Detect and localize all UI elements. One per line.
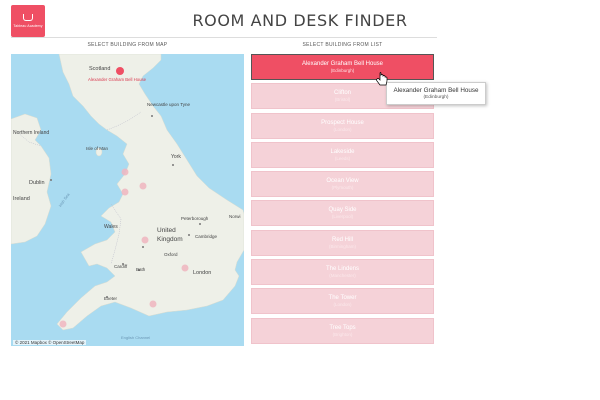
building-name: Lakeside <box>330 148 355 155</box>
tooltip-name: Alexander Graham Bell House <box>393 87 479 94</box>
building-item-red-hill[interactable]: Red Hill (Birmingham) <box>251 229 434 256</box>
building-item-the-lindens[interactable]: The Lindens (Manchester) <box>251 259 434 286</box>
building-location: (Brighton) <box>332 331 353 337</box>
building-tooltip: Alexander Graham Bell House (Edinburgh) <box>386 82 486 105</box>
selected-map-marker[interactable] <box>116 67 124 75</box>
building-name: Clifton <box>333 90 351 97</box>
city-dot <box>151 115 153 117</box>
building-item-tree-tops[interactable]: Tree Tops (Brighton) <box>251 317 434 344</box>
map-label-bath: Bath <box>136 267 146 272</box>
page-title: ROOM AND DESK FINDER <box>192 11 408 30</box>
hand-pointer-icon <box>376 72 388 86</box>
building-item-prospect-house[interactable]: Prospect House (London) <box>251 112 434 139</box>
building-name: Quay Side <box>328 207 357 214</box>
building-item-ocean-view[interactable]: Ocean View (Plymouth) <box>251 171 434 198</box>
building-item-alexander-graham-bell-house[interactable]: Alexander Graham Bell House (Edinburgh) <box>251 54 434 80</box>
building-map[interactable]: Scotland Alexander Graham Bell House New… <box>11 54 244 346</box>
map-marker <box>149 300 157 308</box>
building-name: Ocean View <box>326 178 359 185</box>
map-marker <box>141 236 149 244</box>
title-divider <box>11 37 437 38</box>
building-name: Red Hill <box>331 236 353 243</box>
building-item-quay-side[interactable]: Quay Side (Liverpool) <box>251 200 434 227</box>
map-label-london: London <box>193 270 211 276</box>
city-dot <box>172 164 174 166</box>
app-page: Tableau Academy ROOM AND DESK FINDER SEL… <box>0 0 600 400</box>
map-label-northern-ireland: Northern Ireland <box>13 130 49 136</box>
list-section-label: SELECT BUILDING FROM LIST <box>302 42 383 48</box>
map-label-york: York <box>171 154 181 160</box>
map-attribution[interactable]: © 2021 Mapbox © OpenStreetMap <box>13 340 87 345</box>
map-marker <box>121 188 129 196</box>
map-label-norwich: Norwi <box>229 214 241 219</box>
map-label-peterborough: Peterborough <box>181 216 209 221</box>
map-label-united: United <box>157 227 176 234</box>
building-name: Alexander Graham Bell House <box>301 61 384 67</box>
map-label-kingdom: Kingdom <box>157 236 183 243</box>
building-location: (Liverpool) <box>331 214 354 220</box>
map-label-cardiff: Cardiff <box>114 264 128 269</box>
map-label-oxford: Oxford <box>164 252 178 257</box>
map-marker <box>139 182 147 190</box>
building-name: Tree Tops <box>329 324 356 331</box>
city-dot <box>50 179 52 181</box>
building-location: (Birmingham) <box>328 243 356 249</box>
map-label-irish-sea: Irish Sea <box>57 191 71 207</box>
map-marker <box>59 320 67 328</box>
building-name: Prospect House <box>321 119 364 126</box>
map-label-english-channel: English Channel <box>121 335 150 340</box>
building-location: (Bristol) <box>334 97 351 103</box>
map-marker <box>181 264 189 272</box>
map-label-marker: Alexander Graham Bell House <box>88 77 147 82</box>
building-location: (Plymouth) <box>331 185 354 191</box>
building-name: The Lindens <box>325 266 360 273</box>
map-label-newcastle: Newcastle upon Tyne <box>147 102 190 107</box>
map-section-label: SELECT BUILDING FROM MAP <box>87 42 168 48</box>
map-label-scotland: Scotland <box>89 66 110 72</box>
map-label-isle-of-man: Isle of Man <box>86 146 109 151</box>
tooltip-location: (Edinburgh) <box>423 95 449 100</box>
city-dot <box>142 246 144 248</box>
city-dot <box>199 223 201 225</box>
uk-map-graphic: Scotland Alexander Graham Bell House New… <box>11 54 244 340</box>
map-label-wales: Wales <box>104 224 118 230</box>
map-label-cambridge: Cambridge <box>195 234 218 239</box>
building-item-lakeside[interactable]: Lakeside (Leeds) <box>251 141 434 168</box>
building-name: The Tower <box>328 295 357 302</box>
building-location: (Edinburgh) <box>330 68 355 73</box>
building-item-the-tower[interactable]: The Tower (London) <box>251 288 434 315</box>
map-label-ireland: Ireland <box>13 196 30 202</box>
great-britain-landmass <box>56 54 244 331</box>
building-location: (Manchester) <box>329 273 356 279</box>
building-location: (Leeds) <box>334 155 351 161</box>
map-label-exeter: Exeter <box>104 296 118 301</box>
map-label-dublin: Dublin <box>29 180 45 186</box>
building-location: (London) <box>333 302 352 308</box>
city-dot <box>188 234 190 236</box>
building-location: (London) <box>333 126 352 132</box>
map-marker <box>121 168 129 176</box>
